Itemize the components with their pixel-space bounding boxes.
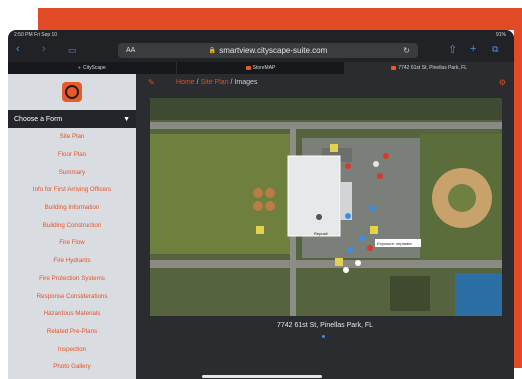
- sidebar: Choose a Form ▼ Site Plan Floor Plan Sum…: [8, 74, 136, 379]
- breadcrumb-current: Images: [234, 79, 258, 86]
- site-plan-map[interactable]: Reposit Exposure: separate: [150, 98, 502, 316]
- reload-icon[interactable]: ↻: [403, 46, 410, 55]
- breadcrumb-home[interactable]: Home: [176, 79, 195, 86]
- menu-item-building-info[interactable]: Building Information: [8, 199, 136, 217]
- tab-address[interactable]: 7742 61st St, Pinellas Park, FL: [345, 62, 514, 74]
- back-icon[interactable]: ‹: [16, 43, 20, 55]
- callout-label: Exposure: separate: [377, 241, 412, 246]
- tab-label: CityScape: [82, 65, 106, 71]
- menu-item-first-arriving[interactable]: Info for First Arriving Officers: [8, 181, 136, 199]
- accent-bar: [38, 8, 522, 30]
- menu-item-site-plan[interactable]: Site Plan: [8, 128, 136, 146]
- road-south: [150, 260, 502, 268]
- address-bar[interactable]: AA 🔒 smartview.cityscape-suite.com ↻: [118, 43, 418, 58]
- app-logo: [62, 82, 82, 102]
- marker-label: Reposit: [314, 231, 328, 236]
- accent-side-bar: [514, 8, 522, 368]
- dropdown-caret-icon: ▼: [123, 115, 130, 123]
- tab-label: 7742 61st St, Pinellas Park, FL: [398, 65, 467, 71]
- menu-item-inspection[interactable]: Inspection: [8, 340, 136, 358]
- menu-item-fire-flow[interactable]: Fire Flow: [8, 234, 136, 252]
- menu-item-floor-plan[interactable]: Floor Plan: [8, 146, 136, 164]
- menu-item-fire-protection[interactable]: Fire Protection Systems: [8, 270, 136, 288]
- edit-icon[interactable]: ✎: [148, 78, 155, 87]
- menu-item-fire-hydrants[interactable]: Fire Hydrants: [8, 252, 136, 270]
- form-menu: Site Plan Floor Plan Summary Info for Fi…: [8, 128, 136, 376]
- aerial-image: Reposit Exposure: separate: [150, 98, 502, 316]
- tabs-icon[interactable]: ⧉: [492, 44, 498, 55]
- choose-form-dropdown[interactable]: Choose a Form ▼: [8, 110, 136, 128]
- home-indicator[interactable]: [202, 375, 322, 378]
- gear-icon[interactable]: ⚙: [499, 78, 506, 87]
- menu-item-photo-gallery[interactable]: Photo Gallery: [8, 358, 136, 376]
- status-time: 2:50 PM Fri Sep 10: [14, 32, 58, 38]
- menu-item-building-construction[interactable]: Building Construction: [8, 216, 136, 234]
- reader-aa-button[interactable]: AA: [126, 47, 135, 54]
- storemap-favicon-icon: [245, 66, 251, 70]
- url-text: smartview.cityscape-suite.com: [219, 46, 328, 55]
- menu-item-summary[interactable]: Summary: [8, 163, 136, 181]
- add-tab-icon[interactable]: +: [470, 43, 476, 55]
- breadcrumb-separator: /: [196, 79, 199, 86]
- building-roof: [287, 155, 341, 237]
- share-icon[interactable]: ⇧: [448, 43, 457, 56]
- browser-toolbar: ‹ › ▭ AA 🔒 smartview.cityscape-suite.com…: [8, 40, 514, 62]
- breadcrumb: Home / Site Plan / Images: [176, 79, 257, 86]
- tab-storemap[interactable]: StoreMAP: [177, 62, 346, 74]
- page-indicator-dot[interactable]: [322, 335, 325, 338]
- breadcrumb-site-plan[interactable]: Site Plan: [201, 79, 229, 86]
- logo-area: [8, 74, 136, 110]
- lock-icon: 🔒: [208, 48, 217, 54]
- tablet-screen: 2:50 PM Fri Sep 10 91% ‹ › ▭ AA 🔒 smartv…: [8, 30, 514, 379]
- address-caption: 7742 61st St, Pinellas Park, FL: [276, 322, 374, 329]
- forward-icon[interactable]: ›: [42, 43, 46, 55]
- tab-strip: ● CityScape StoreMAP 7742 61st St, Pinel…: [8, 62, 514, 74]
- menu-item-hazmat[interactable]: Hazardous Materials: [8, 305, 136, 323]
- breadcrumb-bar: ✎ Home / Site Plan / Images ⚙: [136, 74, 514, 92]
- tennis-courts: [455, 273, 502, 316]
- status-battery: 91%: [495, 32, 506, 38]
- breadcrumb-separator: /: [230, 79, 233, 86]
- choose-form-label: Choose a Form: [14, 115, 63, 123]
- tab-cityscape[interactable]: ● CityScape: [8, 62, 177, 74]
- cityscape-favicon-icon: ●: [77, 65, 81, 71]
- book-icon[interactable]: ▭: [68, 45, 77, 56]
- tab-label: StoreMAP: [252, 65, 276, 71]
- main-panel: ✎ Home / Site Plan / Images ⚙ Reposit Ex…: [136, 74, 514, 379]
- status-bar: 2:50 PM Fri Sep 10 91%: [8, 30, 514, 40]
- address-favicon-icon: [391, 66, 397, 70]
- road-north: [150, 122, 502, 129]
- menu-item-related-preplans[interactable]: Related Pre-Plans: [8, 323, 136, 341]
- menu-item-response[interactable]: Response Considerations: [8, 287, 136, 305]
